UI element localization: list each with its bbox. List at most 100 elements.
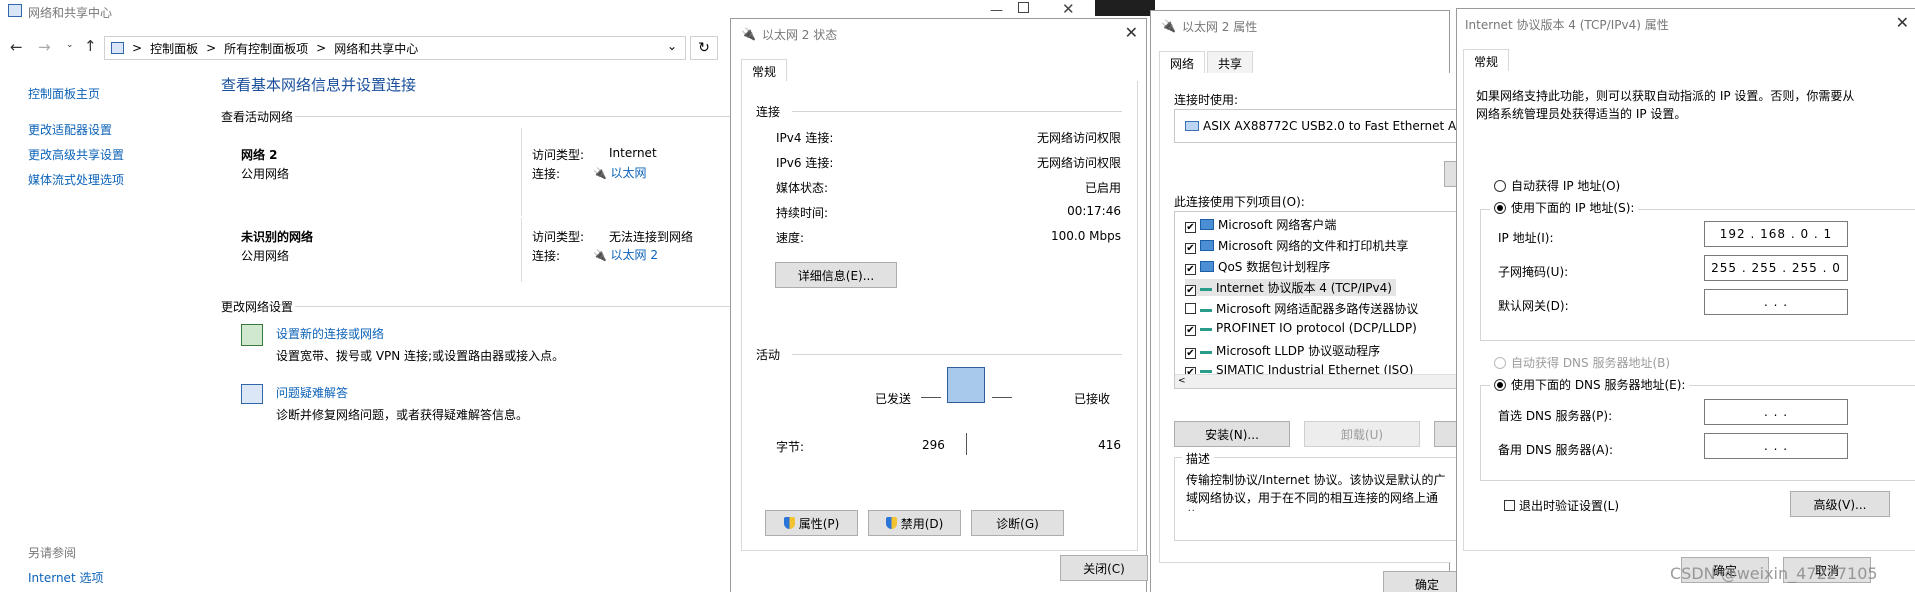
connection-ethernet-label: 以太网: [610, 166, 647, 180]
breadcrumb-control-panel[interactable]: 控制面板: [150, 40, 198, 57]
refresh-icon[interactable]: ↻: [690, 36, 718, 60]
forward-arrow-icon[interactable]: →: [38, 38, 51, 56]
task-troubleshoot[interactable]: 问题疑难解答: [276, 384, 348, 401]
item-label: PROFINET IO protocol (DCP/LLDP): [1216, 321, 1417, 335]
ipv6-conn-value: 无网络访问权限: [1036, 156, 1121, 170]
preferred-dns-field[interactable]: . . .: [1704, 399, 1848, 425]
disable-button[interactable]: 禁用(D): [868, 510, 961, 536]
manual-dns-radio[interactable]: 使用下面的 DNS 服务器地址(E):: [1490, 376, 1690, 393]
connection-ethernet2-label: 以太网 2: [610, 248, 658, 262]
access-type-value: 无法连接到网络: [609, 230, 694, 244]
checkbox[interactable]: ✔: [1185, 325, 1196, 336]
recent-dropdown-icon[interactable]: ⌄: [66, 40, 74, 50]
bytes-sent: 296: [922, 438, 945, 452]
sidebar-item-home[interactable]: 控制面板主页: [28, 85, 100, 102]
breadcrumb-sep: >: [316, 41, 327, 55]
ip-address-label: IP 地址(I):: [1498, 231, 1554, 245]
tab-network[interactable]: 网络: [1159, 51, 1206, 74]
subnet-mask-field[interactable]: 255 . 255 . 255 . 0: [1704, 255, 1848, 281]
tab-general[interactable]: 常规: [741, 59, 788, 82]
list-item[interactable]: ✔ Microsoft 网络客户端: [1185, 216, 1336, 233]
auto-dns-radio[interactable]: 自动获得 DNS 服务器地址(B): [1494, 354, 1670, 371]
horizontal-scrollbar[interactable]: <: [1175, 374, 1463, 388]
ipv4-title: Internet 协议版本 4 (TCP/IPv4) 属性: [1465, 17, 1669, 32]
list-item[interactable]: ✔ Microsoft LLDP 协议驱动程序: [1185, 342, 1380, 359]
gateway-field[interactable]: . . .: [1704, 289, 1848, 315]
sidebar-item-media[interactable]: 媒体流式处理选项: [28, 171, 124, 188]
auto-ip-radio[interactable]: 自动获得 IP 地址(O): [1494, 177, 1620, 194]
description-text: 传输控制协议/Internet 协议。该协议是默认的广域网络协议，用于在不同的相…: [1186, 473, 1446, 511]
close-icon[interactable]: ✕: [1896, 15, 1909, 31]
task-new-connection[interactable]: 设置新的连接或网络: [276, 325, 384, 342]
radio[interactable]: [1494, 180, 1506, 192]
checkbox[interactable]: [1185, 303, 1196, 314]
address-dropdown-icon[interactable]: ⌄: [667, 39, 677, 53]
breadcrumb-network-center[interactable]: 网络和共享中心: [334, 40, 418, 57]
breadcrumb-all-items[interactable]: 所有控制面板项: [224, 40, 308, 57]
task-desc: 诊断并修复网络问题，或者获得疑难解答信息。: [276, 408, 529, 422]
connection-ethernet2-link[interactable]: 🔌 以太网 2: [593, 246, 658, 263]
items-list: ✔ Microsoft 网络客户端 ✔ Microsoft 网络的文件和打印机共享 …: [1174, 211, 1464, 389]
back-arrow-icon[interactable]: ←: [10, 38, 23, 56]
manual-ip-radio[interactable]: 使用下面的 IP 地址(S):: [1490, 199, 1639, 216]
close-button[interactable]: 关闭(C): [1060, 555, 1148, 581]
maximize-icon[interactable]: [1018, 2, 1029, 13]
tab-sharing[interactable]: 共享: [1207, 51, 1254, 73]
address-bar[interactable]: > 控制面板 > 所有控制面板项 > 网络和共享中心 ⌄: [104, 36, 686, 60]
minimize-icon[interactable]: —: [990, 3, 1003, 18]
properties-panel: 连接时使用: ASIX AX88772C USB2.0 to Fast Ethe…: [1159, 73, 1464, 563]
install-button[interactable]: 安装(N)...: [1174, 421, 1290, 447]
properties-button[interactable]: 属性(P): [765, 510, 858, 536]
checkbox[interactable]: ✔: [1185, 264, 1196, 275]
dns-group: [1480, 385, 1915, 481]
connect-using-label: 连接时使用:: [1174, 93, 1239, 107]
troubleshoot-icon: [241, 384, 263, 404]
alternate-dns-field[interactable]: . . .: [1704, 433, 1848, 459]
adapter-name: ASIX AX88772C USB2.0 to Fast Ethernet Ac: [1203, 119, 1463, 133]
checkbox[interactable]: ✔: [1185, 285, 1196, 296]
list-item[interactable]: ✔ QoS 数据包计划程序: [1185, 258, 1330, 275]
radio-disabled[interactable]: [1494, 357, 1506, 369]
network-type: 公用网络: [241, 167, 290, 181]
ip-address-field[interactable]: 192 . 168 . 0 . 1: [1704, 221, 1848, 247]
properties-dialog: 🔌 以太网 2 属性 网络 共享 连接时使用: ASIX AX88772C US…: [1150, 10, 1471, 592]
checkbox[interactable]: ✔: [1185, 222, 1196, 233]
details-button[interactable]: 详细信息(E)...: [775, 262, 897, 288]
close-icon[interactable]: ✕: [1062, 0, 1075, 18]
radio-selected[interactable]: [1494, 202, 1506, 214]
checkbox[interactable]: ✔: [1185, 348, 1196, 359]
validate-label: 退出时验证设置(L): [1519, 499, 1620, 513]
scroll-left-icon[interactable]: <: [1178, 376, 1186, 386]
diagnose-button[interactable]: 诊断(G): [971, 510, 1064, 536]
new-connection-icon: [241, 324, 263, 346]
preferred-dns-label: 首选 DNS 服务器(P):: [1498, 409, 1613, 423]
radio-selected[interactable]: [1494, 379, 1506, 391]
checkbox[interactable]: [1504, 500, 1515, 511]
list-item[interactable]: ✔ Microsoft 网络的文件和打印机共享: [1185, 237, 1408, 254]
checkbox[interactable]: ✔: [1185, 243, 1196, 254]
up-arrow-icon[interactable]: ↑: [84, 37, 97, 55]
ipv4-conn-value: 无网络访问权限: [1036, 131, 1121, 145]
bytes-label: 字节:: [776, 440, 805, 454]
advanced-button[interactable]: 高级(V)...: [1790, 491, 1890, 517]
sidebar-item-sharing[interactable]: 更改高级共享设置: [28, 146, 124, 163]
list-item[interactable]: Microsoft 网络适配器多路传送器协议: [1185, 300, 1418, 317]
connection-ethernet-link[interactable]: 🔌 以太网: [593, 164, 647, 181]
network-type: 公用网络: [241, 249, 290, 263]
status-title: 以太网 2 状态: [761, 27, 838, 42]
see-also-title: 另请参阅: [28, 546, 77, 560]
disable-button-label: 禁用(D): [900, 516, 944, 531]
sidebar-item-adapter[interactable]: 更改适配器设置: [28, 121, 112, 138]
list-item-selected[interactable]: ✔ Internet 协议版本 4 (TCP/IPv4): [1185, 279, 1396, 296]
tab-general[interactable]: 常规: [1463, 49, 1510, 72]
ipv4-panel: 如果网络支持此功能，则可以获取自动指派的 IP 设置。否则，你需要从网络系统管理…: [1463, 71, 1915, 551]
control-panel-icon: [111, 42, 124, 54]
close-icon[interactable]: ✕: [1125, 25, 1138, 41]
validate-checkbox[interactable]: 退出时验证设置(L): [1504, 497, 1619, 514]
uninstall-button[interactable]: 卸载(U): [1304, 421, 1420, 447]
ipv4-titlebar: Internet 协议版本 4 (TCP/IPv4) 属性: [1457, 9, 1915, 39]
service-icon: [1200, 261, 1214, 272]
list-item[interactable]: ✔ PROFINET IO protocol (DCP/LLDP): [1185, 321, 1417, 336]
active-networks-label: 查看活动网络: [221, 110, 294, 124]
sidebar-item-internet-options[interactable]: Internet 选项: [28, 569, 103, 586]
